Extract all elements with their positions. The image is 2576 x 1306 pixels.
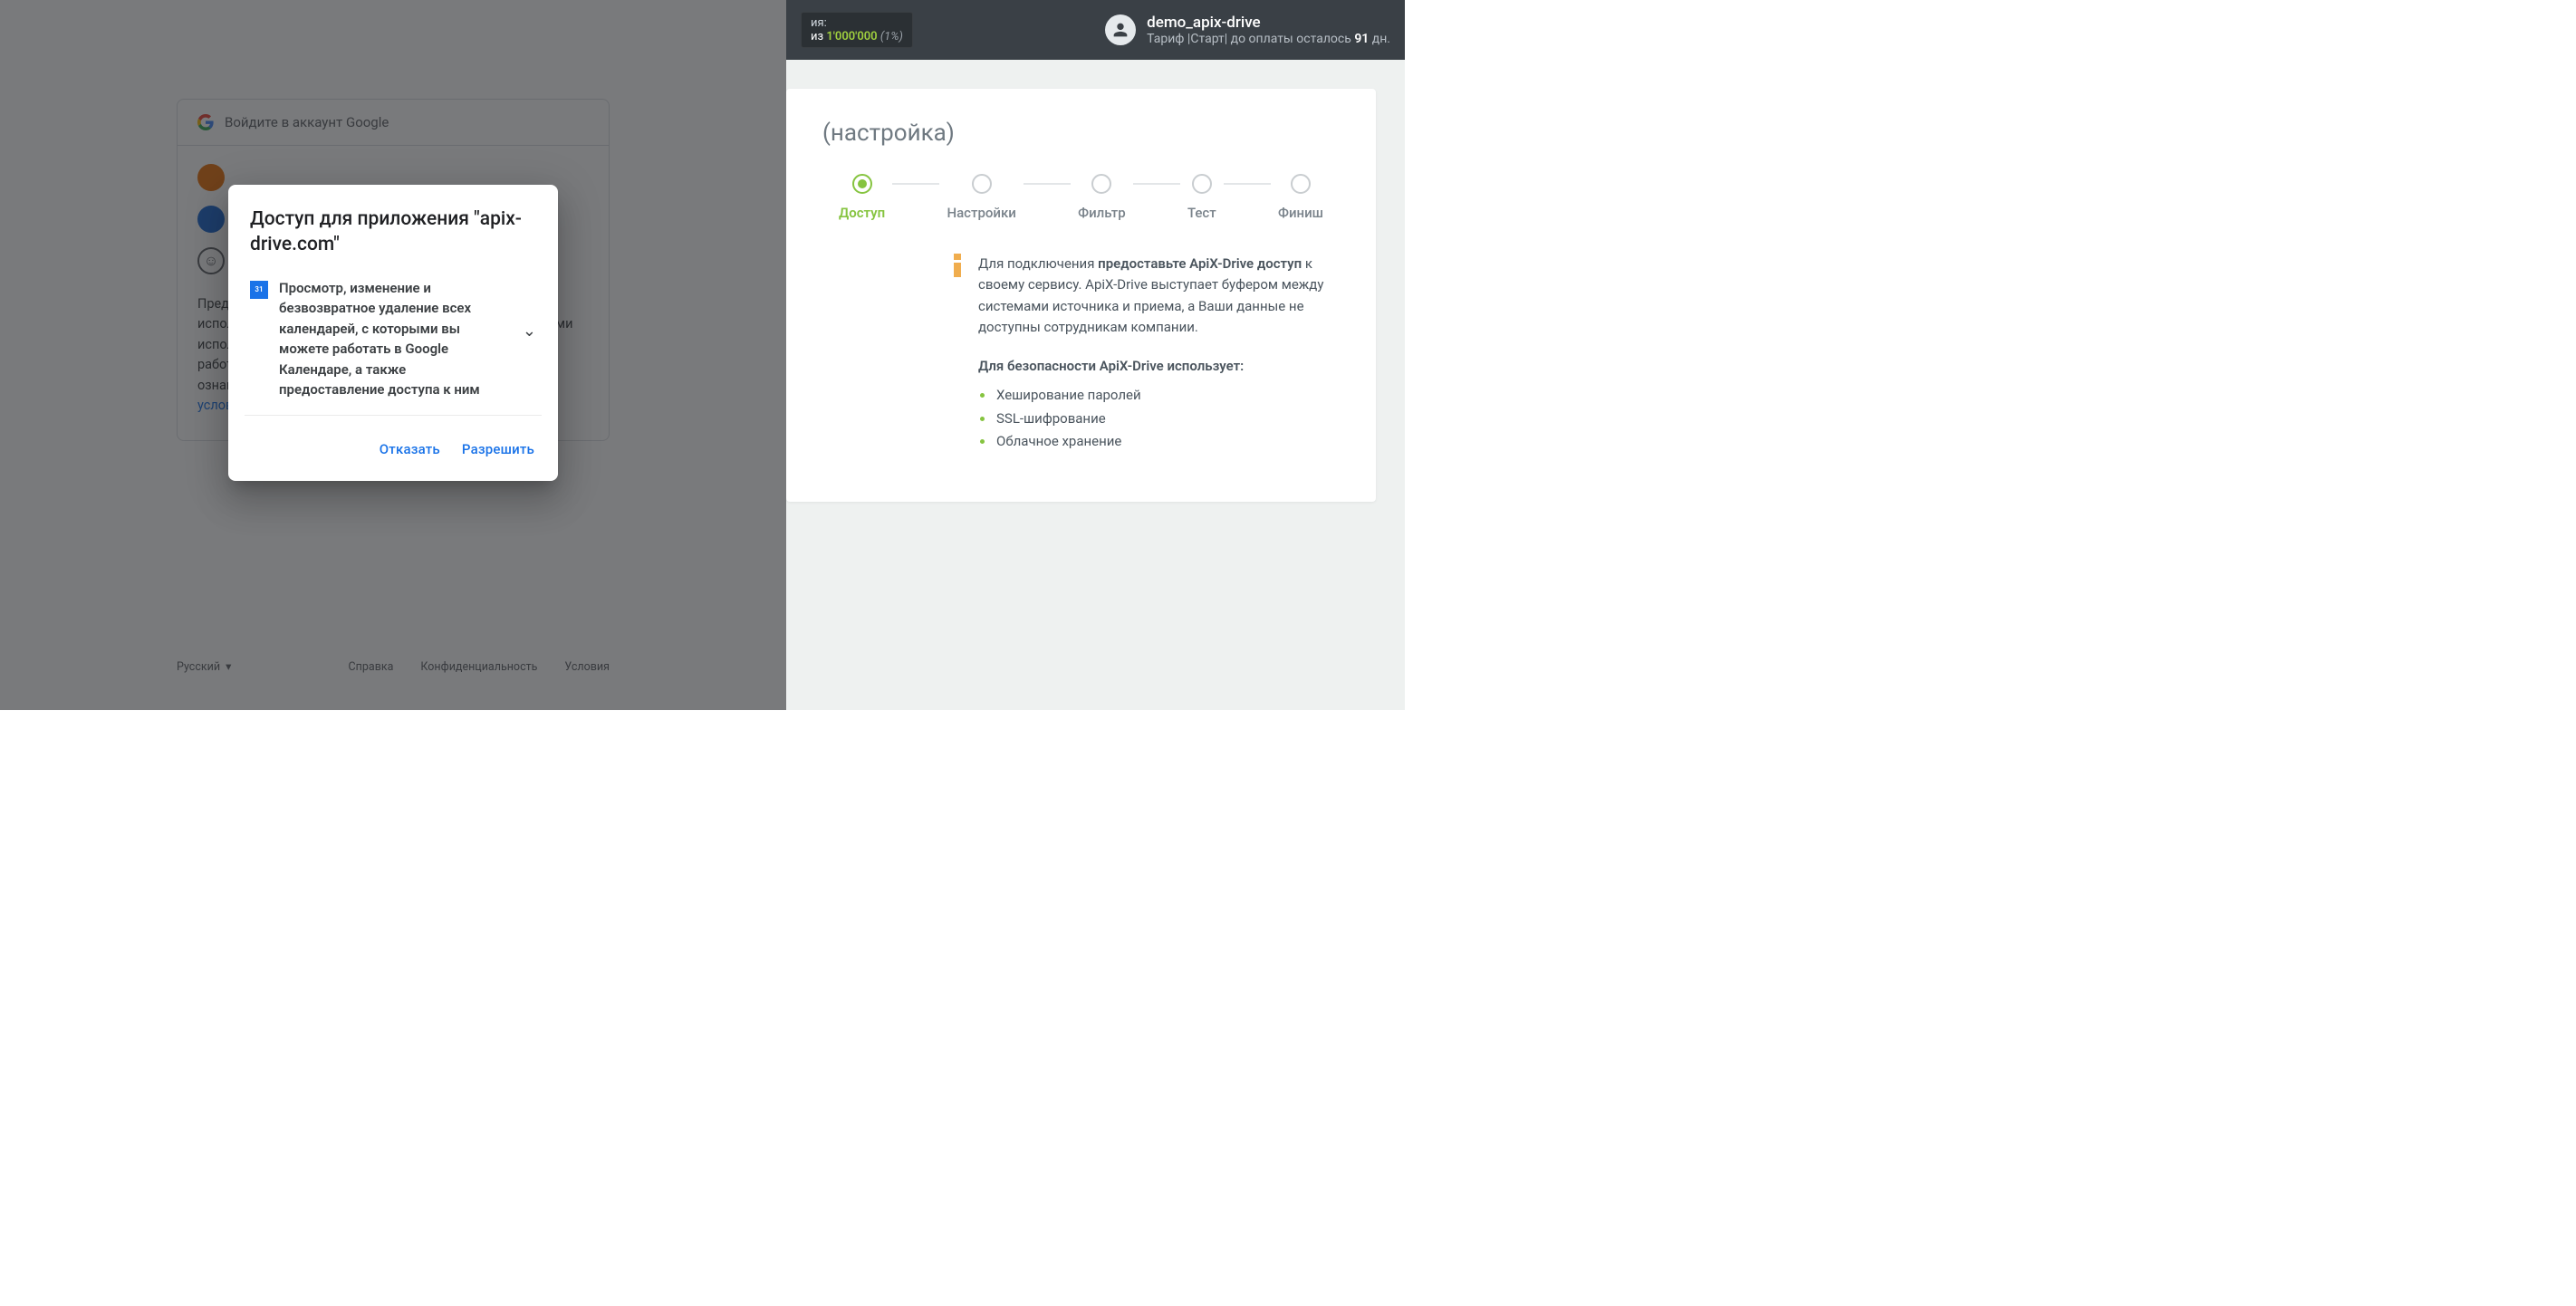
step-dot-icon (852, 174, 872, 194)
list-item: Хеширование паролей (978, 384, 1340, 408)
tariff-days: 91 (1354, 32, 1369, 46)
user-name: demo_apix-drive (1147, 14, 1390, 32)
permission-row[interactable]: Просмотр, изменение и безвозвратное удал… (245, 271, 542, 416)
stepper: Доступ Настройки Фильтр Тест Финиш (831, 174, 1331, 221)
step-label: Фильтр (1078, 205, 1126, 221)
step-dot-icon (1091, 174, 1111, 194)
tariff-text-1: Тариф |Старт| до оплаты осталось (1147, 32, 1354, 46)
apix-panel: ия: из 1'000'000 (1%) demo_apix-drive Та… (786, 0, 1405, 710)
google-oauth-panel: Войдите в аккаунт Google П S ☺ Предостав… (0, 0, 786, 710)
info-box: Для подключения предоставьте ApiX-Drive … (949, 254, 1340, 454)
info-text-1: Для подключения (978, 255, 1098, 272)
tariff-text-2: дн. (1369, 32, 1390, 46)
user-tariff: Тариф |Старт| до оплаты осталось 91 дн. (1147, 32, 1390, 46)
step-label: Финиш (1278, 205, 1323, 221)
user-box[interactable]: demo_apix-drive Тариф |Старт| до оплаты … (1105, 14, 1390, 46)
balance-value: из 1'000'000 (1%) (811, 30, 903, 43)
balance-label: ия: (811, 16, 903, 30)
list-item: SSL-шифрование (978, 408, 1340, 431)
chevron-down-icon: ⌄ (523, 278, 536, 341)
dialog-actions: Отказать Разрешить (228, 421, 558, 481)
apix-card: (настройка) Доступ Настройки Фильтр Тест (786, 89, 1376, 502)
card-title: (настройка) (822, 120, 1340, 147)
step-dot-icon (1291, 174, 1311, 194)
step-label: Настройки (947, 205, 1015, 221)
step-label: Доступ (839, 205, 885, 221)
step-access[interactable]: Доступ (831, 174, 892, 221)
dialog-content: Просмотр, изменение и безвозвратное удал… (228, 271, 558, 421)
step-dot-icon (972, 174, 992, 194)
balance-prefix: из (811, 30, 826, 43)
apix-content: (настройка) Доступ Настройки Фильтр Тест (786, 60, 1405, 710)
apix-header: ия: из 1'000'000 (1%) demo_apix-drive Та… (786, 0, 1405, 60)
balance-total: 1'000'000 (826, 30, 877, 43)
permission-text: Просмотр, изменение и безвозвратное удал… (279, 278, 512, 400)
info-text-bold: предоставьте ApiX-Drive доступ (1098, 255, 1302, 272)
step-finish[interactable]: Финиш (1271, 174, 1331, 221)
allow-button[interactable]: Разрешить (460, 437, 536, 461)
balance-box: ия: из 1'000'000 (1%) (801, 12, 913, 48)
step-dot-icon (1192, 174, 1212, 194)
step-label: Тест (1187, 205, 1216, 221)
list-item: Облачное хранение (978, 430, 1340, 454)
user-avatar-icon (1105, 14, 1136, 45)
balance-pct: (1%) (880, 30, 903, 43)
info-icon (949, 254, 966, 277)
step-test[interactable]: Тест (1180, 174, 1224, 221)
security-title: Для безопасности ApiX-Drive использует: (978, 356, 1340, 377)
step-filter[interactable]: Фильтр (1071, 174, 1133, 221)
step-settings[interactable]: Настройки (939, 174, 1023, 221)
dialog-title: Доступ для приложения "apix-drive.com" (228, 185, 558, 271)
calendar-icon (250, 281, 268, 299)
deny-button[interactable]: Отказать (378, 437, 442, 461)
security-list: Хеширование паролей SSL-шифрование Облач… (978, 384, 1340, 454)
permission-dialog: Доступ для приложения "apix-drive.com" П… (228, 185, 558, 481)
info-text: Для подключения предоставьте ApiX-Drive … (978, 254, 1340, 454)
